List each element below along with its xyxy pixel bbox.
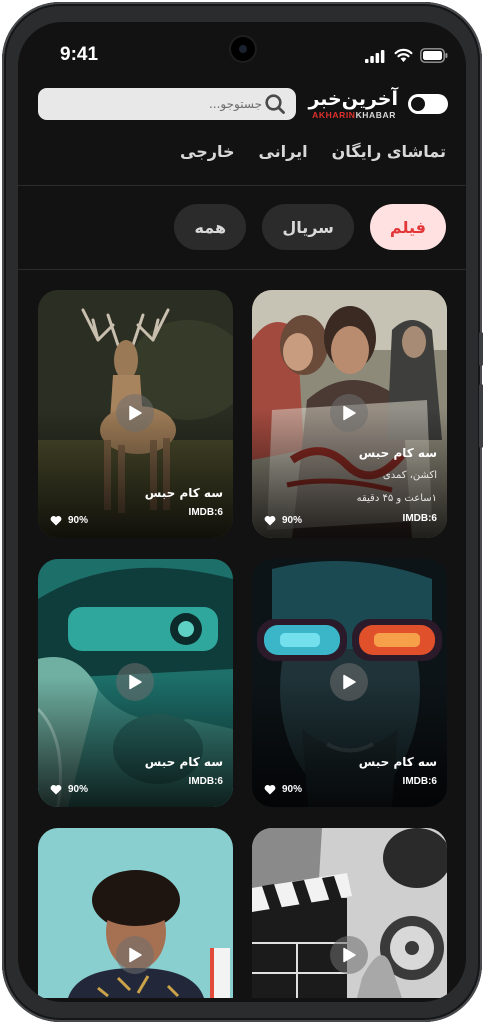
movie-title: سه کام حبس (358, 446, 437, 460)
like-rate: 90% (50, 784, 88, 795)
like-percent: 90% (68, 784, 89, 795)
play-button[interactable] (330, 936, 368, 974)
play-button[interactable] (330, 663, 368, 701)
power-button (479, 384, 483, 448)
like-rate: 90% (264, 784, 302, 795)
heart-icon[interactable] (50, 784, 62, 795)
phone-frame: 9:41 (2, 2, 483, 1022)
imdb-rating: IMDB:6 (402, 513, 437, 524)
movie-title: سه کام حبس (358, 755, 437, 769)
app-logo[interactable]: آخرین‌خبر AKHARINKHABAR (304, 88, 399, 122)
imdb-rating: IMDB:6 (188, 507, 223, 518)
heart-icon[interactable] (264, 515, 276, 526)
movie-title: سه کام حبس (144, 755, 223, 769)
battery-icon (420, 48, 448, 63)
chip-all[interactable]: همه (174, 204, 247, 250)
movie-duration: ۱ساعت و ۴۵ دقیقه (356, 493, 437, 504)
nav-item-free-watch[interactable]: تماشای رایگان (332, 142, 446, 161)
like-percent: 90% (68, 515, 89, 526)
like-rate: 90% (50, 515, 88, 526)
play-button[interactable] (116, 936, 154, 974)
chip-series[interactable]: سریال (262, 204, 354, 250)
imdb-rating: IMDB:6 (402, 776, 437, 787)
cellular-signal-icon (365, 50, 385, 63)
nav-item-iranian[interactable]: ایرانی (258, 142, 307, 161)
search-input[interactable] (46, 91, 262, 117)
nav-divider (18, 185, 466, 186)
toggle-knob (411, 97, 425, 111)
play-icon (343, 947, 356, 963)
play-button[interactable] (116, 663, 154, 701)
logo-subtitle: AKHARINKHABAR (312, 110, 396, 120)
status-time: 9:41 (60, 44, 99, 65)
play-icon (129, 674, 142, 690)
movie-title: سه کام حبس (144, 486, 223, 500)
heart-icon[interactable] (50, 515, 62, 526)
play-icon (129, 947, 142, 963)
app-screen: 9:41 (18, 22, 466, 1002)
play-button[interactable] (330, 394, 368, 432)
logo-wordmark: آخرین‌خبر (308, 88, 399, 110)
volume-button (479, 332, 483, 366)
play-icon (343, 405, 356, 421)
status-bar: 9:41 (18, 22, 466, 82)
movie-card[interactable]: سه کام حبس IMDB:6 90% (252, 559, 447, 807)
wifi-icon (394, 48, 413, 62)
chip-movie[interactable]: فیلم (369, 204, 446, 250)
play-icon (129, 405, 142, 421)
movie-card[interactable]: سه کام حبس IMDB:6 90% (38, 290, 233, 538)
imdb-rating: IMDB:6 (188, 776, 223, 787)
like-percent: 90% (282, 515, 303, 526)
movie-genre: اکشن، کمدی (382, 470, 437, 481)
movie-card[interactable]: سه کام حبس اکشن، کمدی ۱ساعت و ۴۵ دقیقه I… (252, 290, 447, 538)
heart-icon[interactable] (264, 784, 276, 795)
like-percent: 90% (282, 784, 303, 795)
play-button[interactable] (116, 394, 154, 432)
play-icon (343, 674, 356, 690)
search-icon[interactable] (264, 93, 286, 115)
chips-divider (18, 269, 466, 270)
filter-chips: فیلم سریال همه (174, 204, 446, 250)
nav-item-foreign[interactable]: خارجی (180, 142, 234, 161)
movie-card[interactable] (38, 828, 233, 998)
theme-toggle[interactable] (408, 94, 448, 114)
search-bar[interactable] (38, 88, 296, 120)
movie-card[interactable] (252, 828, 447, 998)
category-nav: تماشای رایگان ایرانی خارجی (180, 142, 446, 161)
movie-card[interactable]: سه کام حبس IMDB:6 90% (38, 559, 233, 807)
like-rate: 90% (264, 515, 302, 526)
front-camera (231, 37, 255, 61)
